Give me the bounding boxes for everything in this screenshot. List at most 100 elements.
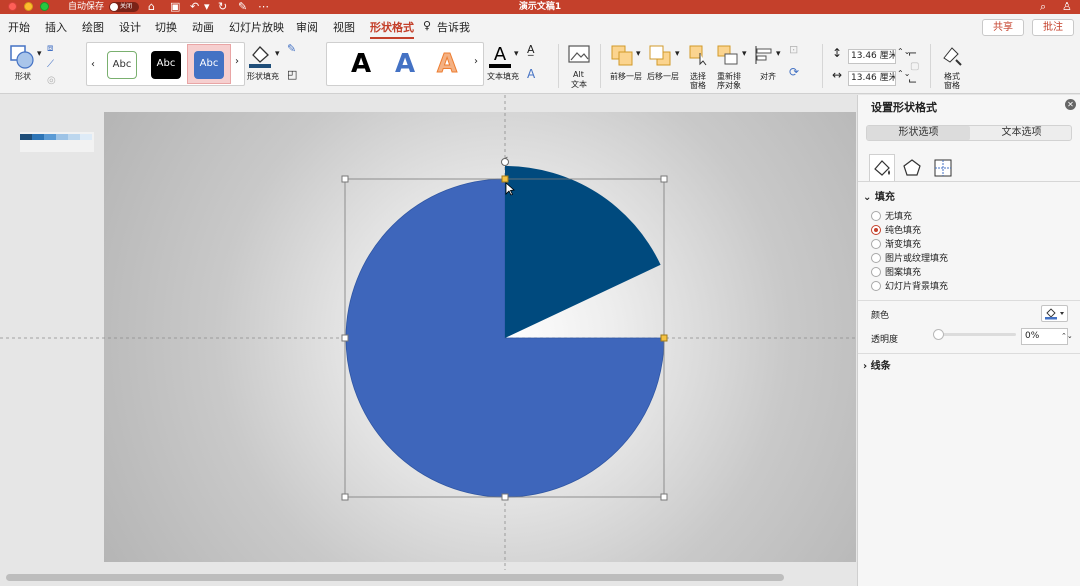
transparency-input[interactable]: 0% ⌃⌄ bbox=[1021, 328, 1073, 345]
shape-effects-icon[interactable]: ◰ bbox=[287, 69, 297, 80]
reorder-objects-icon[interactable] bbox=[716, 44, 740, 66]
scrollbar-thumb[interactable] bbox=[6, 574, 784, 581]
text-effects-icon[interactable]: A bbox=[527, 68, 535, 80]
options-segmented-control: 形状选项 文本选项 bbox=[866, 125, 1072, 141]
tab-slideshow[interactable]: 幻灯片放映 bbox=[229, 19, 284, 35]
ribbon-divider bbox=[558, 44, 559, 88]
crop-icon[interactable]: ⌐ bbox=[908, 48, 917, 59]
text-box-icon[interactable]: ⧈ bbox=[47, 44, 53, 54]
bring-forward-icon[interactable] bbox=[610, 44, 634, 66]
tab-design[interactable]: 设计 bbox=[119, 19, 141, 35]
alt-text-icon[interactable] bbox=[567, 44, 591, 66]
tab-review[interactable]: 审阅 bbox=[296, 19, 318, 35]
paint-bucket-icon bbox=[1045, 308, 1064, 320]
height-value: 13.46 厘米 bbox=[851, 51, 896, 61]
chevron-down-icon[interactable]: ▾ bbox=[636, 50, 641, 59]
line-section-header[interactable]: › 线条 bbox=[863, 357, 891, 372]
resize-handle-w[interactable] bbox=[341, 334, 349, 342]
group-objects-icon[interactable]: ⊡ bbox=[789, 44, 798, 55]
tab-insert[interactable]: 插入 bbox=[45, 19, 67, 35]
search-icon[interactable]: ⌕ bbox=[1040, 0, 1046, 14]
selection-pane-icon[interactable] bbox=[688, 44, 710, 66]
chevron-down-icon[interactable]: ▾ bbox=[675, 50, 680, 59]
ribbon-divider bbox=[930, 44, 931, 88]
tab-animations[interactable]: 动画 bbox=[192, 19, 214, 35]
pie-slice-dark[interactable] bbox=[505, 166, 661, 338]
radio-gradient-fill[interactable]: 渐变填充 bbox=[871, 239, 921, 252]
resize-handle-nw[interactable] bbox=[341, 175, 349, 183]
format-pane-icon[interactable] bbox=[940, 44, 964, 66]
style-sample-text: Abc bbox=[156, 58, 176, 69]
chevron-right-icon[interactable]: › bbox=[474, 57, 478, 67]
align-icon[interactable] bbox=[753, 44, 775, 66]
lock-aspect-icon[interactable]: ▢ bbox=[910, 62, 919, 72]
radio-slide-background-fill[interactable]: 幻灯片背景填充 bbox=[871, 281, 948, 294]
style-sample-blue[interactable]: Abc bbox=[194, 51, 224, 79]
tab-size-properties[interactable] bbox=[931, 154, 957, 182]
wordart-sample-blue[interactable]: A bbox=[395, 49, 415, 79]
reorder-label-2: 序对象 bbox=[717, 81, 741, 90]
resize-handle-sw[interactable] bbox=[341, 493, 349, 501]
color-picker-button[interactable] bbox=[1041, 305, 1068, 322]
width-input[interactable]: 13.46 厘米 bbox=[848, 71, 896, 86]
chevron-down-icon[interactable]: ▾ bbox=[275, 50, 280, 59]
close-panel-icon[interactable]: ✕ bbox=[1065, 99, 1076, 110]
tab-effects[interactable] bbox=[900, 154, 926, 182]
account-icon[interactable]: ♙ bbox=[1062, 0, 1072, 14]
alt-text-label-2: 文本 bbox=[571, 80, 587, 89]
merge-shapes-icon[interactable]: ◎ bbox=[47, 76, 56, 86]
tab-home[interactable]: 开始 bbox=[8, 19, 30, 35]
resize-handle-s[interactable] bbox=[501, 493, 509, 501]
crop-corner-icon[interactable]: ⌙ bbox=[908, 75, 917, 86]
send-backward-icon[interactable] bbox=[648, 44, 672, 66]
tab-text-options[interactable]: 文本选项 bbox=[970, 126, 1073, 140]
transparency-slider-track[interactable] bbox=[936, 333, 1016, 336]
shape-outline-icon[interactable]: ✎ bbox=[287, 43, 296, 54]
adjust-handle-right[interactable] bbox=[660, 334, 668, 342]
tab-transitions[interactable]: 切换 bbox=[155, 19, 177, 35]
radio-picture-fill[interactable]: 图片或纹理填充 bbox=[871, 253, 948, 266]
style-sample-black[interactable]: Abc bbox=[151, 51, 181, 79]
stepper-icon[interactable]: ⌃⌄ bbox=[1061, 329, 1073, 344]
chevron-down-icon[interactable]: ▾ bbox=[742, 50, 747, 59]
chevron-down-icon[interactable]: ▾ bbox=[514, 50, 519, 59]
wordart-sample-orange[interactable]: A bbox=[436, 49, 457, 80]
horizontal-scrollbar[interactable] bbox=[0, 570, 857, 586]
fill-section-header[interactable]: ⌄ 填充 bbox=[863, 188, 895, 203]
tab-shape-options[interactable]: 形状选项 bbox=[867, 126, 970, 140]
resize-handle-se[interactable] bbox=[660, 493, 668, 501]
text-outline-icon[interactable]: A̲ bbox=[527, 44, 535, 55]
resize-handle-ne[interactable] bbox=[660, 175, 668, 183]
rotate-handle-icon[interactable] bbox=[501, 156, 509, 166]
text-fill-icon[interactable]: A bbox=[487, 43, 513, 69]
radio-solid-fill[interactable]: 纯色填充 bbox=[871, 225, 921, 238]
radio-label: 渐变填充 bbox=[885, 240, 922, 250]
pentagon-icon bbox=[903, 159, 921, 176]
chevron-down-icon[interactable]: ▾ bbox=[37, 50, 42, 59]
tab-view[interactable]: 视图 bbox=[333, 19, 355, 35]
adjust-handle-top[interactable] bbox=[501, 175, 509, 183]
rotate-icon[interactable]: ⟳ bbox=[789, 66, 799, 78]
shapes-icon[interactable] bbox=[9, 44, 35, 70]
height-input[interactable]: 13.46 厘米 bbox=[848, 49, 896, 64]
radio-label: 幻灯片背景填充 bbox=[885, 282, 949, 292]
size-properties-icon bbox=[934, 159, 952, 177]
chevron-left-icon[interactable]: ‹ bbox=[91, 60, 95, 70]
tab-draw[interactable]: 绘图 bbox=[82, 19, 104, 35]
paint-bucket-icon[interactable] bbox=[247, 43, 273, 69]
chevron-right-icon[interactable]: › bbox=[235, 57, 239, 67]
comments-button[interactable]: 批注 bbox=[1032, 19, 1074, 36]
tab-shape-format[interactable]: 形状格式 bbox=[370, 19, 414, 39]
style-sample-outline[interactable]: Abc bbox=[107, 51, 137, 79]
share-button[interactable]: 共享 bbox=[982, 19, 1024, 36]
tell-me-search[interactable]: 告诉我 bbox=[437, 19, 470, 35]
radio-label: 纯色填充 bbox=[885, 226, 922, 236]
radio-no-fill[interactable]: 无填充 bbox=[871, 211, 912, 224]
transparency-slider-knob[interactable] bbox=[933, 329, 944, 340]
tab-fill-line[interactable] bbox=[869, 154, 895, 182]
edit-shape-icon[interactable]: ⟋ bbox=[47, 60, 54, 70]
radio-pattern-fill[interactable]: 图案填充 bbox=[871, 267, 921, 280]
wordart-sample-black[interactable]: A bbox=[351, 49, 371, 79]
chevron-down-icon[interactable]: ▾ bbox=[776, 50, 781, 59]
radio-label: 无填充 bbox=[885, 212, 913, 222]
